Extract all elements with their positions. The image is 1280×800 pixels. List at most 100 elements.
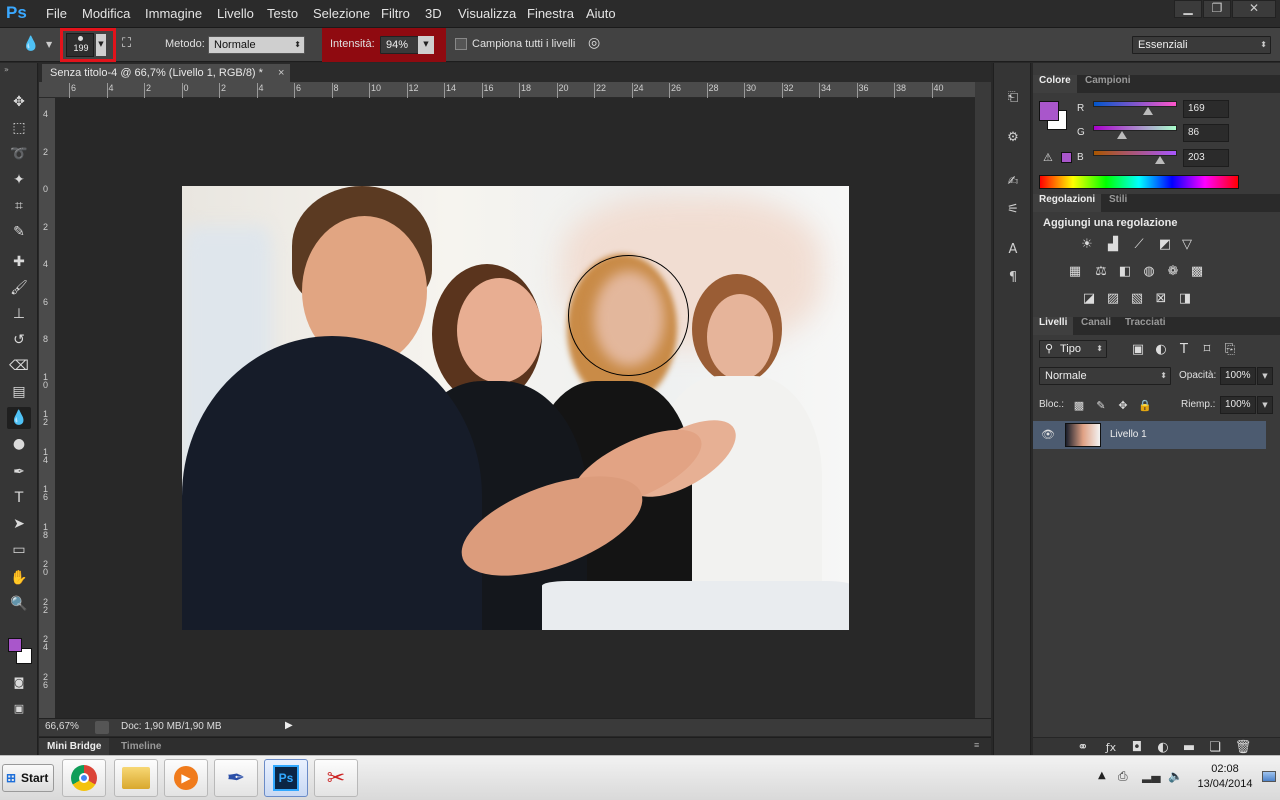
selective-color-icon[interactable]: ⊠ bbox=[1151, 289, 1171, 307]
blend-mode-dropdown[interactable]: Normale ⬍ bbox=[1039, 367, 1171, 385]
eyedropper-tool-icon[interactable]: ✎ bbox=[7, 221, 31, 243]
metodo-dropdown[interactable]: Normale ⬍ bbox=[208, 36, 305, 54]
b-value[interactable]: 203 bbox=[1183, 149, 1229, 167]
tool-presets-icon[interactable]: ✍ bbox=[1002, 171, 1024, 191]
gradient-map-icon[interactable]: ◨ bbox=[1175, 289, 1195, 307]
add-mask-icon[interactable]: ◘ bbox=[1127, 738, 1147, 756]
delete-layer-icon[interactable]: 🗑 bbox=[1233, 738, 1253, 756]
move-tool-icon[interactable]: ✥ bbox=[7, 91, 31, 113]
channel-mixer-icon[interactable]: ❁ bbox=[1163, 262, 1183, 280]
menu-3d[interactable]: 3D bbox=[425, 6, 442, 21]
vertical-scrollbar[interactable] bbox=[975, 82, 991, 718]
menu-selezione[interactable]: Selezione bbox=[313, 6, 370, 21]
rectangle-tool-icon[interactable]: ▭ bbox=[7, 539, 31, 561]
character-panel-icon[interactable]: A bbox=[1002, 239, 1024, 259]
tab-timeline[interactable]: Timeline bbox=[117, 738, 165, 756]
start-button[interactable]: ⊞ Start bbox=[2, 764, 54, 792]
photoshop-taskbar-button[interactable]: Ps bbox=[264, 759, 308, 797]
link-layers-icon[interactable]: ⚭ bbox=[1073, 738, 1093, 756]
foreground-color-swatch[interactable] bbox=[8, 638, 22, 652]
zoom-level[interactable]: 66,67% bbox=[45, 721, 79, 732]
color-spectrum-bar[interactable] bbox=[1039, 175, 1239, 189]
healing-brush-tool-icon[interactable]: ✚ bbox=[7, 251, 31, 273]
dodge-tool-icon[interactable]: ● bbox=[7, 433, 31, 455]
lock-pixels-icon[interactable]: ✎ bbox=[1091, 396, 1111, 414]
clone-stamp-tool-icon[interactable]: ⊥ bbox=[7, 303, 31, 325]
filter-smart-object-icon[interactable]: ⎘ bbox=[1220, 340, 1240, 358]
eye-icon[interactable]: 👁 bbox=[1041, 428, 1055, 441]
layer-filter-dropdown[interactable]: ⚲ Tipo ⬍ bbox=[1039, 340, 1107, 358]
volume-icon[interactable]: 🔈 bbox=[1168, 769, 1183, 783]
document-image[interactable] bbox=[182, 186, 849, 630]
color-lookup-icon[interactable]: ▩ bbox=[1187, 262, 1207, 280]
explorer-taskbar-button[interactable] bbox=[114, 759, 158, 797]
photo-filter-icon[interactable]: ◍ bbox=[1139, 262, 1159, 280]
menu-visualizza[interactable]: Visualizza bbox=[458, 6, 516, 21]
filter-shape-icon[interactable]: ⌑ bbox=[1197, 340, 1217, 358]
menu-testo[interactable]: Testo bbox=[267, 6, 298, 21]
restore-button[interactable]: ❐ bbox=[1203, 0, 1231, 18]
tab-canali[interactable]: Canali bbox=[1075, 317, 1117, 335]
quick-mask-icon[interactable]: ◙ bbox=[7, 671, 31, 693]
opacity-value[interactable]: 100% bbox=[1220, 367, 1256, 385]
r-slider-thumb[interactable] bbox=[1143, 107, 1154, 115]
paragraph-panel-icon[interactable]: ¶ bbox=[1002, 267, 1024, 287]
3d-panel-icon[interactable]: ⚙ bbox=[1002, 127, 1024, 147]
panel-menu-icon[interactable]: ≡ bbox=[974, 740, 979, 750]
brightness-contrast-icon[interactable]: ☀ bbox=[1077, 235, 1097, 253]
r-slider[interactable] bbox=[1093, 101, 1177, 107]
tab-livelli[interactable]: Livelli bbox=[1033, 317, 1074, 335]
exposure-icon[interactable]: ◩ bbox=[1155, 235, 1175, 253]
fx-icon[interactable]: ƒx bbox=[1101, 738, 1121, 756]
show-desktop-icon[interactable] bbox=[1262, 771, 1276, 782]
new-layer-icon[interactable]: ❏ bbox=[1205, 738, 1225, 756]
gamut-color-swatch[interactable] bbox=[1061, 152, 1072, 163]
menu-immagine[interactable]: Immagine bbox=[145, 6, 202, 21]
marquee-tool-icon[interactable]: ⬚ bbox=[7, 117, 31, 139]
brush-size-picker[interactable]: 199 bbox=[66, 33, 94, 57]
gradient-tool-icon[interactable]: ▤ bbox=[7, 381, 31, 403]
g-slider-thumb[interactable] bbox=[1116, 131, 1127, 139]
lock-all-icon[interactable]: 🔒 bbox=[1135, 396, 1155, 414]
pressure-icon[interactable]: ◎ bbox=[588, 35, 606, 53]
blur-tool-icon[interactable]: 💧 bbox=[7, 407, 31, 429]
opacity-arrow[interactable]: ▼ bbox=[1257, 367, 1273, 385]
brush-presets-icon[interactable]: ⚟ bbox=[1002, 199, 1024, 219]
type-tool-icon[interactable]: T bbox=[7, 487, 31, 509]
status-menu-icon[interactable] bbox=[95, 721, 109, 734]
lock-transparency-icon[interactable]: ▩ bbox=[1069, 396, 1089, 414]
filter-type-icon[interactable]: T bbox=[1174, 340, 1194, 358]
clock[interactable]: 02:08 13/04/2014 bbox=[1190, 762, 1260, 792]
black-white-icon[interactable]: ◧ bbox=[1115, 262, 1135, 280]
tab-regolazioni[interactable]: Regolazioni bbox=[1033, 194, 1102, 212]
menu-modifica[interactable]: Modifica bbox=[82, 6, 130, 21]
blur-tool-preset-icon[interactable]: 💧 bbox=[22, 36, 39, 54]
out-of-gamut-icon[interactable]: ⚠ bbox=[1043, 151, 1053, 164]
g-value[interactable]: 86 bbox=[1183, 124, 1229, 142]
network-icon[interactable]: ▂▄ bbox=[1142, 769, 1160, 783]
collapse-icon[interactable]: » bbox=[4, 65, 9, 74]
campiona-checkbox[interactable] bbox=[455, 38, 467, 50]
new-group-icon[interactable]: ▬ bbox=[1179, 738, 1199, 756]
new-adjustment-icon[interactable]: ◐ bbox=[1153, 738, 1173, 756]
chevron-down-icon[interactable]: ▼ bbox=[46, 40, 52, 49]
show-hidden-icons-icon[interactable]: ▲ bbox=[1098, 770, 1106, 781]
filter-adjustment-icon[interactable]: ◐ bbox=[1151, 340, 1171, 358]
minimize-button[interactable]: ▁ bbox=[1174, 0, 1202, 18]
layer-row[interactable]: 👁 Livello 1 bbox=[1033, 421, 1266, 449]
brush-tool-icon[interactable]: 🖌 bbox=[7, 277, 31, 299]
media-player-taskbar-button[interactable]: ▶ bbox=[164, 759, 208, 797]
crop-tool-icon[interactable]: ⌗ bbox=[7, 195, 31, 217]
lasso-tool-icon[interactable]: ➰ bbox=[7, 143, 31, 165]
status-arrow-icon[interactable]: ▶ bbox=[285, 720, 293, 731]
color-balance-icon[interactable]: ⚖ bbox=[1091, 262, 1111, 280]
intensita-arrow[interactable]: ▼ bbox=[418, 36, 434, 54]
fill-value[interactable]: 100% bbox=[1220, 396, 1256, 414]
hue-saturation-icon[interactable]: ▦ bbox=[1065, 262, 1085, 280]
b-slider-thumb[interactable] bbox=[1155, 156, 1166, 164]
menu-filtro[interactable]: Filtro bbox=[381, 6, 410, 21]
tab-campioni[interactable]: Campioni bbox=[1079, 75, 1137, 93]
chrome-taskbar-button[interactable] bbox=[62, 759, 106, 797]
close-tab-icon[interactable]: × bbox=[278, 64, 284, 82]
pen-tool-icon[interactable]: ✒ bbox=[7, 461, 31, 483]
